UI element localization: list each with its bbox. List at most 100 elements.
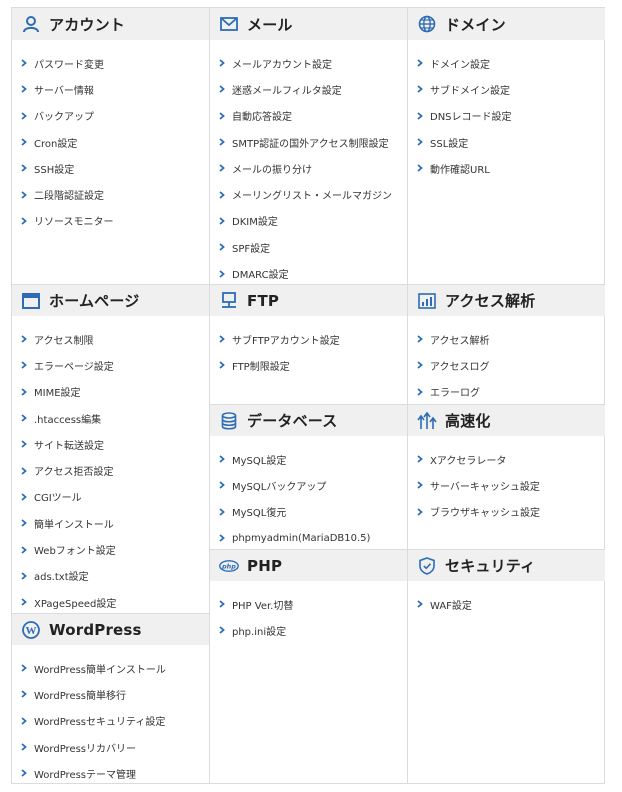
menu-link[interactable]: ドメイン設定 bbox=[408, 50, 605, 76]
menu-list: メールアカウント設定迷惑メールフィルタ設定自動応答設定 SMTP認証の国外アクセス… bbox=[210, 40, 407, 287]
menu-link[interactable]: エラーログ bbox=[408, 379, 605, 405]
menu-link[interactable]: SSH設定 bbox=[12, 155, 209, 181]
menu-link[interactable]: 二段階認証設定 bbox=[12, 181, 209, 207]
menu-link[interactable]: XPageSpeed設定 bbox=[12, 589, 209, 615]
menu-link[interactable]: .htaccess編集 bbox=[12, 405, 209, 431]
section-header: 高速化 bbox=[408, 404, 605, 436]
menu-link[interactable]: メールの振り分け bbox=[210, 155, 407, 181]
section-title: WordPress bbox=[49, 620, 142, 639]
menu-link-label: php.ini設定 bbox=[232, 626, 287, 638]
chevron-right-icon bbox=[21, 717, 27, 725]
chevron-right-icon bbox=[21, 664, 27, 672]
menu-link[interactable]: Webフォント設定 bbox=[12, 536, 209, 562]
menu-link[interactable]: サブドメイン設定 bbox=[408, 76, 605, 102]
menu-link[interactable]: WordPress簡単インストール bbox=[12, 655, 209, 681]
menu-link[interactable]: WAF設定 bbox=[408, 591, 605, 617]
menu-link-label: SSL設定 bbox=[430, 138, 469, 150]
bar-chart-icon bbox=[417, 291, 437, 311]
menu-link[interactable]: アクセス制限 bbox=[12, 326, 209, 352]
section-account: アカウント パスワード変更 サーバー情報 バックアップ Cron設定 SSH設定 二段階認… bbox=[12, 8, 209, 234]
menu-link[interactable]: MySQL復元 bbox=[210, 499, 407, 525]
menu-link[interactable]: 簡単インストール bbox=[12, 510, 209, 536]
chevron-right-icon bbox=[417, 600, 423, 608]
menu-link-label: XPageSpeed設定 bbox=[34, 598, 117, 610]
menu-link-label: DNSレコード設定 bbox=[430, 112, 512, 124]
menu-link-label: Webフォント設定 bbox=[34, 546, 116, 558]
chevron-right-icon bbox=[21, 545, 27, 554]
menu-link[interactable]: MIME設定 bbox=[12, 379, 209, 405]
menu-link[interactable]: 動作確認URL bbox=[408, 155, 605, 181]
menu-link[interactable]: WordPress簡単移行 bbox=[12, 681, 209, 707]
menu-list: パスワード変更 サーバー情報 バックアップ Cron設定 SSH設定 二段階認証設定 リソー… bbox=[12, 40, 209, 234]
chevron-right-icon bbox=[417, 335, 423, 343]
menu-link-label: 迷惑メールフィルタ設定 bbox=[232, 85, 342, 97]
section-analytics: アクセス解析 アクセス解析 アクセスログ エラーログ bbox=[408, 284, 605, 405]
section-header: W WordPress bbox=[12, 613, 209, 645]
chevron-right-icon bbox=[21, 388, 27, 396]
chevron-right-icon bbox=[21, 519, 27, 527]
menu-link[interactable]: WordPressセキュリティ設定 bbox=[12, 708, 209, 734]
menu-link[interactable]: ブラウザキャッシュ設定 bbox=[408, 499, 605, 525]
menu-link[interactable]: SMTP認証の国外アクセス制限設定 bbox=[210, 129, 407, 155]
section-header: セキュリティ bbox=[408, 549, 605, 581]
menu-link[interactable]: Xアクセラレータ bbox=[408, 446, 605, 472]
menu-link[interactable]: メールアカウント設定 bbox=[210, 50, 407, 76]
menu-link[interactable]: アクセス解析 bbox=[408, 326, 605, 352]
menu-link[interactable]: サーバー情報 bbox=[12, 76, 209, 102]
menu-link-label: WordPressセキュリティ設定 bbox=[34, 717, 166, 729]
monitor-network-icon bbox=[219, 291, 239, 311]
menu-link[interactable]: アクセス拒否設定 bbox=[12, 457, 209, 483]
menu-link[interactable]: バックアップ bbox=[12, 103, 209, 129]
menu-link[interactable]: DNSレコード設定 bbox=[408, 103, 605, 129]
menu-link[interactable]: 迷惑メールフィルタ設定 bbox=[210, 76, 407, 102]
menu-link[interactable]: SPF設定 bbox=[210, 234, 407, 260]
chevron-right-icon bbox=[417, 59, 423, 67]
envelope-icon bbox=[219, 14, 239, 34]
chevron-right-icon bbox=[219, 626, 225, 635]
chevron-right-icon bbox=[21, 769, 27, 778]
browser-window-icon bbox=[21, 291, 41, 311]
menu-link[interactable]: MySQLバックアップ bbox=[210, 472, 407, 498]
chevron-right-icon bbox=[21, 598, 27, 606]
menu-link[interactable]: サーバーキャッシュ設定 bbox=[408, 472, 605, 498]
menu-link[interactable]: DMARC設定 bbox=[210, 260, 407, 286]
menu-link[interactable]: WordPressテーマ管理 bbox=[12, 760, 209, 786]
chevron-right-icon bbox=[21, 190, 27, 199]
menu-link[interactable]: パスワード変更 bbox=[12, 50, 209, 76]
section-header: php PHP bbox=[210, 549, 407, 581]
menu-link[interactable]: CGIツール bbox=[12, 484, 209, 510]
menu-link[interactable]: FTP制限設定 bbox=[210, 352, 407, 378]
menu-link[interactable]: 自動応答設定 bbox=[210, 103, 407, 129]
section-header: ドメイン bbox=[408, 8, 605, 40]
menu-link[interactable]: アクセスログ bbox=[408, 352, 605, 378]
chevron-right-icon bbox=[219, 85, 225, 94]
menu-link-label: サーバーキャッシュ設定 bbox=[430, 481, 540, 493]
menu-link[interactable]: WordPressリカバリー bbox=[12, 734, 209, 760]
chevron-right-icon bbox=[417, 164, 423, 173]
menu-link[interactable]: サブFTPアカウント設定 bbox=[210, 326, 407, 352]
menu-link[interactable]: SSL設定 bbox=[408, 129, 605, 155]
menu-link-label: CGIツール bbox=[34, 493, 82, 505]
menu-link-label: DKIM設定 bbox=[232, 217, 278, 229]
section-header: データベース bbox=[210, 404, 407, 436]
menu-list: サブFTPアカウント設定 FTP制限設定 bbox=[210, 316, 407, 379]
menu-link[interactable]: エラーページ設定 bbox=[12, 352, 209, 378]
section-php: php PHP PHP Ver.切替 php.ini設定 bbox=[210, 549, 407, 644]
menu-link[interactable]: phpmyadmin(MariaDB10.5) bbox=[210, 525, 407, 551]
chevron-right-icon bbox=[219, 481, 225, 490]
menu-link[interactable]: メーリングリスト・メールマガジン bbox=[210, 181, 407, 207]
section-header: ホームページ bbox=[12, 284, 209, 316]
menu-link[interactable]: Cron設定 bbox=[12, 129, 209, 155]
section-title: 高速化 bbox=[445, 412, 491, 430]
menu-link[interactable]: サイト転送設定 bbox=[12, 431, 209, 457]
menu-link[interactable]: DKIM設定 bbox=[210, 208, 407, 234]
menu-link[interactable]: PHP Ver.切替 bbox=[210, 591, 407, 617]
menu-link-label: MySQLバックアップ bbox=[232, 481, 327, 493]
menu-link-label: phpmyadmin(MariaDB10.5) bbox=[232, 532, 371, 544]
menu-link-label: WordPress簡単移行 bbox=[34, 690, 127, 702]
menu-link[interactable]: リソースモニター bbox=[12, 208, 209, 234]
menu-link[interactable]: php.ini設定 bbox=[210, 617, 407, 643]
menu-link[interactable]: ads.txt設定 bbox=[12, 563, 209, 589]
globe-icon bbox=[417, 14, 437, 34]
menu-link[interactable]: MySQL設定 bbox=[210, 446, 407, 472]
